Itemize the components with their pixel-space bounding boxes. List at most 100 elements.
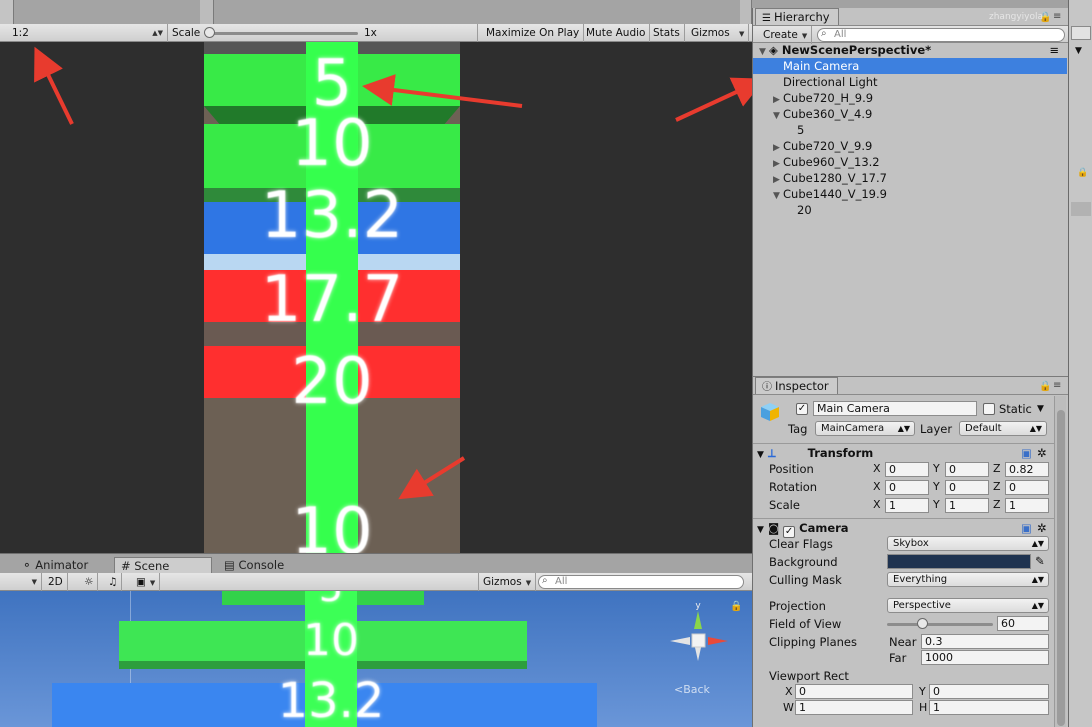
inspector-lock-icon[interactable]: 🔒 — [1039, 381, 1051, 392]
tag-dropdown[interactable]: MainCamera ▲▼ — [815, 421, 915, 436]
hierarchy-item-cube720-h[interactable]: ▶ Cube720_H_9.9 — [753, 90, 1067, 106]
scene-grid-icon: # — [121, 559, 135, 573]
viewport-x-axis: X — [785, 685, 793, 698]
tab-hierarchy[interactable]: ☰ Hierarchy — [755, 8, 839, 25]
fov-slider-track[interactable] — [887, 623, 993, 626]
projection-dropdown[interactable]: Perspective ▲▼ — [887, 598, 1049, 613]
annotation-arrow-camera — [675, 77, 766, 122]
hierarchy-item-label: Cube360_V_4.9 — [783, 107, 873, 121]
right-dock-strip: ▼ 🔒 — [1068, 0, 1092, 727]
audio-icon[interactable]: ♫ — [104, 573, 123, 591]
hierarchy-menu-icon[interactable]: ≡ — [1053, 11, 1061, 22]
far-field[interactable]: 1000 — [921, 650, 1049, 665]
inspector-panel: ⓘ Inspector 🔒 ≡ ✓ Main Camera Static ▼ Ta… — [752, 376, 1069, 727]
viewport-w-field[interactable]: 1 — [795, 700, 913, 715]
help-book-icon[interactable]: ▣ — [1021, 519, 1032, 537]
viewport-x-field[interactable]: 0 — [795, 684, 913, 699]
dropdown-arrow-icon: ▲▼ — [1031, 575, 1044, 584]
position-z-field[interactable]: 0.82 — [1005, 462, 1049, 477]
scene-label-13-2: 13.2 — [277, 673, 385, 727]
inspector-scrollbar[interactable] — [1054, 396, 1066, 727]
hierarchy-search-input[interactable]: ⌕ All — [817, 28, 1065, 42]
hierarchy-item-directional-light[interactable]: Directional Light — [753, 74, 1067, 90]
tag-label: Tag — [788, 422, 808, 436]
tab-animator-label: Animator — [35, 558, 89, 572]
hierarchy-item-label: Cube960_V_13.2 — [783, 155, 880, 169]
static-dropdown-icon[interactable]: ▼ — [1037, 401, 1044, 417]
layer-dropdown[interactable]: Default ▲▼ — [959, 421, 1047, 436]
scene-orientation-gizmo[interactable]: y — [668, 599, 734, 679]
transform-header[interactable]: ▼ ⟂ Transform ▣ ✲ — [753, 443, 1055, 461]
tab-inspector-label: Inspector — [775, 379, 829, 393]
rotation-x-field[interactable]: 0 — [885, 480, 929, 495]
eyedropper-icon[interactable]: ✎ — [1035, 553, 1045, 569]
hierarchy-item-cube960-v[interactable]: ▶ Cube960_V_13.2 — [753, 154, 1067, 170]
culling-mask-dropdown[interactable]: Everything ▲▼ — [887, 572, 1049, 587]
fov-label: Field of View — [769, 617, 842, 631]
tab-scene[interactable]: # Scene — [114, 557, 212, 574]
rotation-z-field[interactable]: 0 — [1005, 480, 1049, 495]
scene-name: NewScenePerspective* — [781, 43, 932, 57]
clear-flags-label: Clear Flags — [769, 537, 833, 551]
effects-dropdown[interactable]: ▣ ▼ — [132, 573, 161, 591]
console-icon: ▤ — [224, 558, 239, 572]
tab-animator[interactable]: ⚬ Animator — [16, 557, 94, 574]
mode-2d-toggle[interactable]: 2D — [44, 573, 68, 591]
hierarchy-item-child-5[interactable]: 5 — [753, 122, 1067, 138]
tab-scene-label: Scene — [134, 559, 170, 573]
dropdown-arrow-icon: ▲▼ — [897, 424, 910, 433]
hierarchy-item-main-camera[interactable]: Main Camera — [753, 58, 1067, 74]
scene-gizmos-dropdown[interactable]: Gizmos ▼ — [478, 573, 537, 591]
help-book-icon[interactable]: ▣ — [1021, 444, 1032, 462]
background-color-swatch[interactable] — [887, 554, 1031, 569]
object-name-field[interactable]: Main Camera — [813, 401, 977, 416]
hierarchy-item-cube720-v[interactable]: ▶ Cube720_V_9.9 — [753, 138, 1067, 154]
hierarchy-item-child-20[interactable]: 20 — [753, 202, 1067, 218]
fov-field[interactable]: 60 — [997, 616, 1049, 631]
image-icon: ▣ — [136, 576, 146, 588]
lighting-icon[interactable]: ☼ — [80, 573, 99, 591]
inspector-scrollbar-thumb[interactable] — [1057, 410, 1065, 726]
scale-z-field[interactable]: 1 — [1005, 498, 1049, 513]
scene-toolbar: ▼ 2D ☼ ♫ ▣ ▼ Gizmos ▼ ⌕ All — [0, 573, 752, 591]
scene-lock-icon[interactable]: 🔒 — [730, 601, 742, 612]
inspector-menu-icon[interactable]: ≡ — [1053, 380, 1061, 391]
right-strip-lock-icon[interactable]: 🔒 — [1077, 168, 1088, 178]
scene-viewport[interactable]: 5 10 13.2 y 🔒 <Back — [0, 591, 752, 727]
position-y-field[interactable]: 0 — [945, 462, 989, 477]
back-button[interactable]: <Back — [674, 683, 710, 696]
position-x-field[interactable]: 0 — [885, 462, 929, 477]
rotation-y-field[interactable]: 0 — [945, 480, 989, 495]
rotation-z-axis: Z — [993, 480, 1001, 493]
tab-console[interactable]: ▤ Console — [218, 557, 290, 574]
hierarchy-toolbar: Create ▼ ⌕ All zhangyiyola — [753, 12, 1069, 44]
scale-x-field[interactable]: 1 — [885, 498, 929, 513]
settings-gear-icon[interactable]: ✲ — [1037, 519, 1047, 537]
active-checkbox[interactable]: ✓ — [796, 403, 808, 415]
near-field[interactable]: 0.3 — [921, 634, 1049, 649]
right-strip-toggle-icon[interactable]: ▼ — [1075, 46, 1087, 58]
hierarchy-item-cube360-v[interactable]: ▼ Cube360_V_4.9 — [753, 106, 1067, 122]
scene-menu-icon[interactable]: ≡ — [1049, 42, 1059, 58]
scale-y-field[interactable]: 1 — [945, 498, 989, 513]
camera-header[interactable]: ▼ ◙ ✓ Camera ▣ ✲ — [753, 518, 1055, 538]
tab-inspector[interactable]: ⓘ Inspector — [755, 377, 838, 394]
shading-mode-dropdown[interactable]: ▼ — [0, 573, 42, 591]
hierarchy-item-label: Cube720_H_9.9 — [783, 91, 874, 105]
position-x-axis: X — [873, 462, 881, 475]
fov-slider-thumb[interactable] — [916, 618, 928, 629]
clear-flags-dropdown[interactable]: Skybox ▲▼ — [887, 536, 1049, 551]
clear-flags-value: Skybox — [893, 538, 929, 549]
hierarchy-item-cube1280-v[interactable]: ▶ Cube1280_V_17.7 — [753, 170, 1067, 186]
static-checkbox[interactable] — [983, 403, 995, 415]
hierarchy-item-cube1440-v[interactable]: ▼ Cube1440_V_19.9 — [753, 186, 1067, 202]
viewport-h-field[interactable]: 1 — [929, 700, 1049, 715]
right-strip-tab[interactable] — [1071, 26, 1091, 40]
scene-root-item[interactable]: ▼ ◈ NewScenePerspective* ≡ — [753, 42, 1067, 58]
settings-gear-icon[interactable]: ✲ — [1037, 444, 1047, 462]
viewport-y-field[interactable]: 0 — [929, 684, 1049, 699]
dropdown-arrow-icon: ▼ — [149, 579, 156, 587]
rotation-y-axis: Y — [933, 480, 940, 493]
scene-search-input[interactable]: ⌕ All — [538, 575, 744, 589]
annotation-arrow-label — [362, 74, 523, 108]
